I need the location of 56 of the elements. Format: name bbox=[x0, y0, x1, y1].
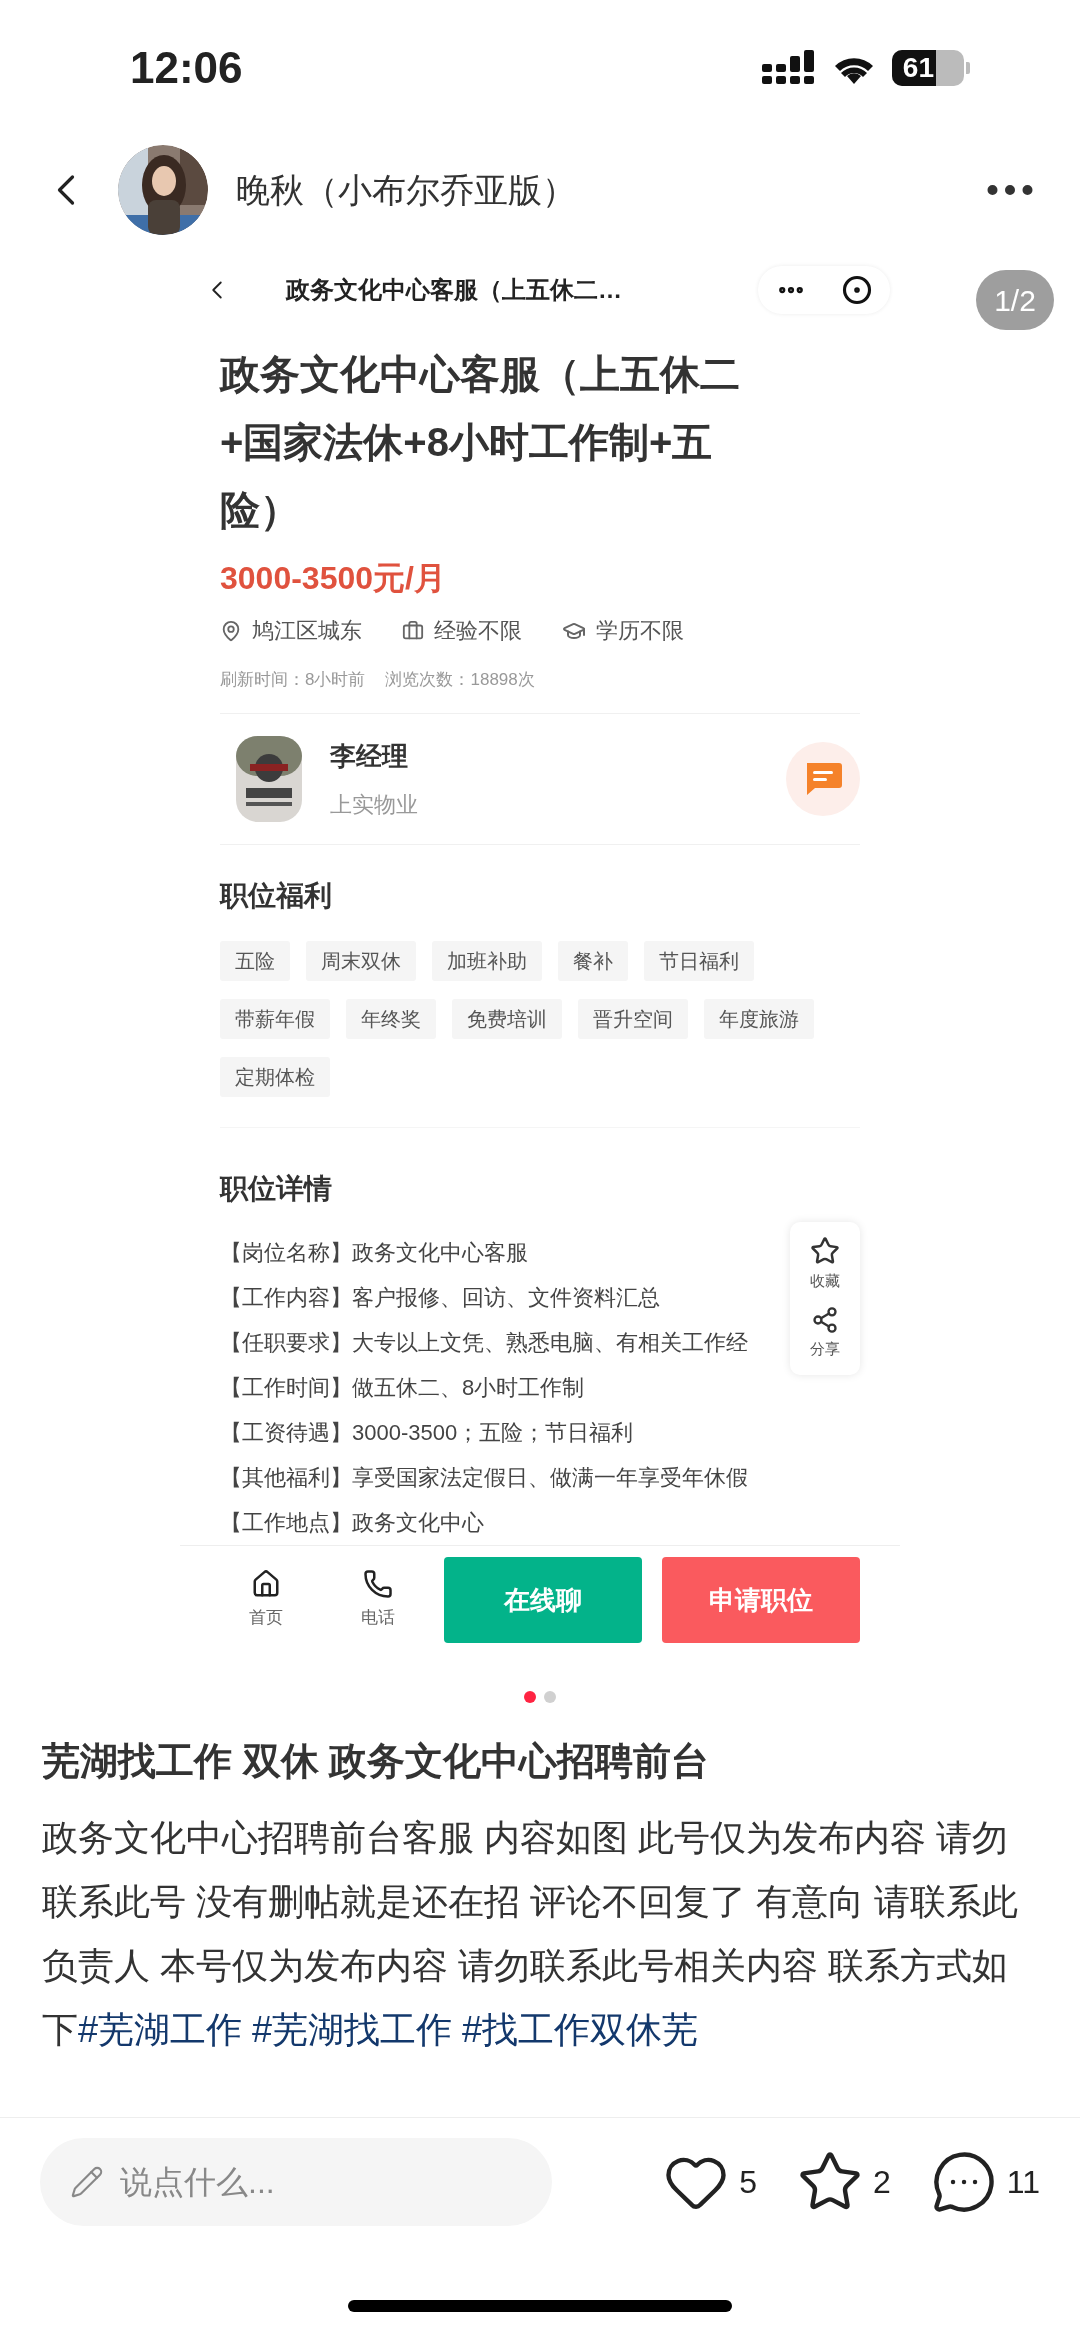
detail-line: 【任职要求】大专以上文凭、熟悉电脑、有相关工作经 bbox=[220, 1328, 748, 1357]
hashtag-link[interactable]: #找工作双休芜 bbox=[462, 2008, 699, 2050]
benefit-tag: 带薪年假 bbox=[220, 998, 330, 1039]
benefit-tag: 五险 bbox=[220, 940, 290, 981]
hashtag-link[interactable]: #芜湖工作 bbox=[78, 2008, 243, 2050]
location-pin-icon bbox=[220, 619, 242, 642]
detail-line: 【工作地点】政务文化中心 bbox=[220, 1508, 484, 1537]
pencil-icon bbox=[70, 2165, 104, 2199]
side-action-label[interactable]: 收藏 bbox=[810, 1269, 840, 1292]
action-count: 2 bbox=[873, 2163, 891, 2202]
action-count: 5 bbox=[739, 2163, 757, 2202]
requirement-text: 鸠江区城东 bbox=[252, 617, 362, 645]
detail-line: 【工资待遇】3000-3500；五险；节日福利 bbox=[220, 1418, 634, 1447]
requirement-text: 经验不限 bbox=[434, 617, 522, 645]
benefit-tag: 年度旅游 bbox=[704, 998, 814, 1039]
nav-label[interactable]: 首页 bbox=[249, 1605, 283, 1631]
detail-line: 【工作时间】做五休二、8小时工作制 bbox=[220, 1373, 585, 1402]
clock-time: 12:06 bbox=[130, 42, 243, 94]
section-heading: 职位福利 bbox=[220, 878, 333, 913]
post-body: 政务文化中心招聘前台客服 内容如图 此号仅为发布内容 请勿联系此号 没有删帖就是还在招 评论不回复了 有意向 请联系此负责人 本号仅为发布内容 请勿联系此号相关内容 联系方式如下#芜湖工作 #芜湖找工作 #找工作双休芜 bbox=[42, 1815, 1019, 2052]
comment-field[interactable]: 说点什么... bbox=[40, 2138, 552, 2226]
phone-icon[interactable] bbox=[363, 1569, 393, 1600]
salary: 3000-3500元/月 bbox=[220, 559, 447, 598]
home-icon[interactable] bbox=[251, 1569, 281, 1600]
nav-label[interactable]: 电话 bbox=[361, 1605, 395, 1631]
author-name[interactable]: 晚秋（小布尔乔亚版） bbox=[236, 164, 576, 216]
detail-line: 【岗位名称】政务文化中心客服 bbox=[220, 1238, 528, 1267]
refresh-time: 刷新时间：8小时前 bbox=[220, 669, 366, 691]
post-title: 芜湖找工作 双休 政务文化中心招聘前台 bbox=[42, 1738, 711, 1784]
detail-line: 【工作内容】客户报修、回访、文件资料汇总 bbox=[220, 1283, 660, 1312]
benefit-tag: 周末双休 bbox=[306, 940, 416, 981]
benefit-tag: 免费培训 bbox=[452, 998, 562, 1039]
detail-line: 【其他福利】享受国家法定假日、做满一年享受年休假 bbox=[220, 1463, 748, 1492]
hashtag-link[interactable]: #芜湖找工作 bbox=[252, 2008, 453, 2050]
capsule-menu[interactable] bbox=[758, 266, 890, 314]
benefit-tag: 加班补助 bbox=[432, 940, 542, 981]
star-icon[interactable] bbox=[810, 1235, 840, 1266]
side-action-label[interactable]: 分享 bbox=[810, 1338, 840, 1361]
view-count: 浏览次数：18898次 bbox=[385, 669, 535, 691]
briefcase-icon bbox=[402, 619, 424, 642]
benefit-tag: 节日福利 bbox=[644, 940, 754, 981]
recruiter-name: 李经理 bbox=[330, 739, 409, 773]
benefit-tag: 年终奖 bbox=[346, 998, 436, 1039]
section-heading: 职位详情 bbox=[220, 1171, 333, 1206]
benefit-tag: 定期体检 bbox=[220, 1056, 330, 1097]
job-title: 政务文化中心客服（上五休二+国家法休+8小时工作制+五险） bbox=[220, 351, 741, 534]
share-icon[interactable] bbox=[811, 1306, 839, 1334]
benefit-tag: 晋升空间 bbox=[578, 998, 688, 1039]
signal-icon bbox=[762, 50, 816, 86]
image-counter: 1/2 bbox=[976, 270, 1054, 330]
company-name: 上实物业 bbox=[330, 790, 418, 819]
action-count: 11 bbox=[1006, 2163, 1040, 2202]
requirement-text: 学历不限 bbox=[596, 617, 684, 645]
page-title: 政务文化中心客服（上五休二… bbox=[286, 275, 622, 305]
benefit-tag: 餐补 bbox=[558, 940, 628, 981]
battery-percent: 61 bbox=[902, 54, 934, 82]
